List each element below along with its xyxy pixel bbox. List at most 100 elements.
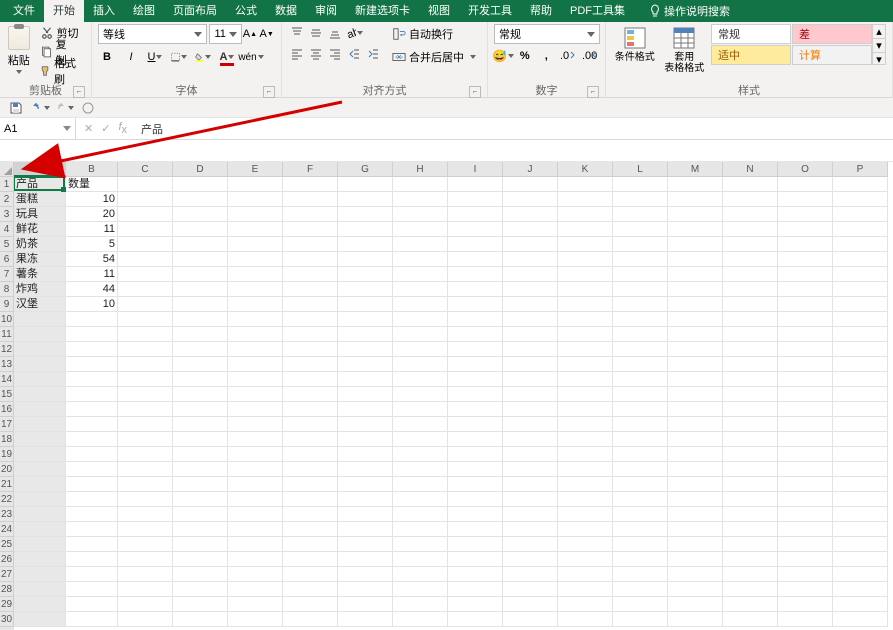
cell[interactable] <box>393 297 448 312</box>
cell[interactable] <box>393 507 448 522</box>
cell[interactable] <box>668 462 723 477</box>
row-header-26[interactable]: 26 <box>0 552 14 567</box>
cell[interactable] <box>723 612 778 627</box>
tab-公式[interactable]: 公式 <box>226 0 266 22</box>
row-header-3[interactable]: 3 <box>0 207 14 222</box>
cell[interactable] <box>228 192 283 207</box>
cell[interactable] <box>448 267 503 282</box>
cell[interactable] <box>173 507 228 522</box>
style-gallery-scroll[interactable]: ▴▾▾ <box>872 24 886 65</box>
cell[interactable] <box>668 327 723 342</box>
cell[interactable] <box>613 177 668 192</box>
cell[interactable] <box>613 342 668 357</box>
cell[interactable] <box>448 612 503 627</box>
cell[interactable] <box>613 207 668 222</box>
cell[interactable] <box>778 252 833 267</box>
italic-button[interactable]: I <box>122 48 140 66</box>
cell[interactable]: 鲜花 <box>14 222 66 237</box>
col-header-M[interactable]: M <box>668 162 723 177</box>
name-box[interactable]: A1 <box>0 118 76 139</box>
cell[interactable] <box>613 282 668 297</box>
tell-me-search[interactable]: 操作说明搜索 <box>642 3 738 19</box>
cell[interactable] <box>558 222 613 237</box>
row-header-22[interactable]: 22 <box>0 492 14 507</box>
cell[interactable] <box>173 447 228 462</box>
cell[interactable] <box>14 462 66 477</box>
cell[interactable] <box>668 342 723 357</box>
cell[interactable] <box>228 252 283 267</box>
cell[interactable] <box>338 282 393 297</box>
cell[interactable] <box>833 462 888 477</box>
row-header-27[interactable]: 27 <box>0 567 14 582</box>
cell[interactable] <box>833 252 888 267</box>
cell[interactable] <box>613 327 668 342</box>
cell[interactable] <box>283 432 338 447</box>
cell[interactable] <box>558 417 613 432</box>
cell[interactable] <box>448 372 503 387</box>
cell[interactable] <box>393 477 448 492</box>
cell[interactable] <box>228 267 283 282</box>
cell[interactable] <box>173 477 228 492</box>
cell[interactable] <box>14 312 66 327</box>
cell[interactable] <box>723 597 778 612</box>
cell[interactable] <box>14 357 66 372</box>
cell[interactable] <box>613 492 668 507</box>
cell[interactable] <box>668 252 723 267</box>
cell[interactable] <box>503 537 558 552</box>
row-header-18[interactable]: 18 <box>0 432 14 447</box>
cell[interactable] <box>833 432 888 447</box>
cell[interactable] <box>228 297 283 312</box>
cell[interactable] <box>66 462 118 477</box>
cell[interactable] <box>833 282 888 297</box>
cell[interactable] <box>613 312 668 327</box>
cell[interactable] <box>173 432 228 447</box>
cell[interactable] <box>723 177 778 192</box>
font-launcher[interactable]: ⌐ <box>263 86 275 98</box>
cell[interactable] <box>448 417 503 432</box>
bold-button[interactable]: B <box>98 48 116 66</box>
cell[interactable] <box>14 492 66 507</box>
cell[interactable] <box>118 417 173 432</box>
clipboard-launcher[interactable]: ⌐ <box>73 86 85 98</box>
cell[interactable] <box>833 612 888 627</box>
cell[interactable] <box>173 492 228 507</box>
cell[interactable] <box>558 327 613 342</box>
cell[interactable] <box>338 597 393 612</box>
tab-文件[interactable]: 文件 <box>4 0 44 22</box>
cell[interactable] <box>448 567 503 582</box>
cell[interactable] <box>393 462 448 477</box>
cell[interactable] <box>558 312 613 327</box>
cell[interactable] <box>833 597 888 612</box>
cell[interactable] <box>283 207 338 222</box>
cell[interactable] <box>14 597 66 612</box>
cell[interactable] <box>833 537 888 552</box>
cell[interactable] <box>778 552 833 567</box>
cell[interactable] <box>613 612 668 627</box>
row-header-25[interactable]: 25 <box>0 537 14 552</box>
cell[interactable] <box>778 432 833 447</box>
cell[interactable] <box>228 207 283 222</box>
cell[interactable] <box>338 567 393 582</box>
shrink-font-button[interactable]: A▼ <box>258 25 275 43</box>
cell[interactable] <box>393 252 448 267</box>
cell[interactable] <box>503 567 558 582</box>
cell[interactable] <box>393 192 448 207</box>
cell[interactable] <box>668 417 723 432</box>
cell[interactable] <box>283 552 338 567</box>
cell[interactable] <box>14 552 66 567</box>
formula-bar[interactable]: 产品 <box>135 118 893 139</box>
cell[interactable] <box>118 597 173 612</box>
cell[interactable] <box>723 477 778 492</box>
cell[interactable] <box>778 207 833 222</box>
cell[interactable] <box>613 387 668 402</box>
cell[interactable] <box>448 402 503 417</box>
cell[interactable] <box>668 222 723 237</box>
cell[interactable] <box>723 192 778 207</box>
cell[interactable] <box>66 312 118 327</box>
cell[interactable] <box>833 477 888 492</box>
col-header-B[interactable]: B <box>66 162 118 177</box>
cell[interactable] <box>613 372 668 387</box>
cell[interactable] <box>228 507 283 522</box>
cell[interactable] <box>448 177 503 192</box>
cell[interactable] <box>448 207 503 222</box>
